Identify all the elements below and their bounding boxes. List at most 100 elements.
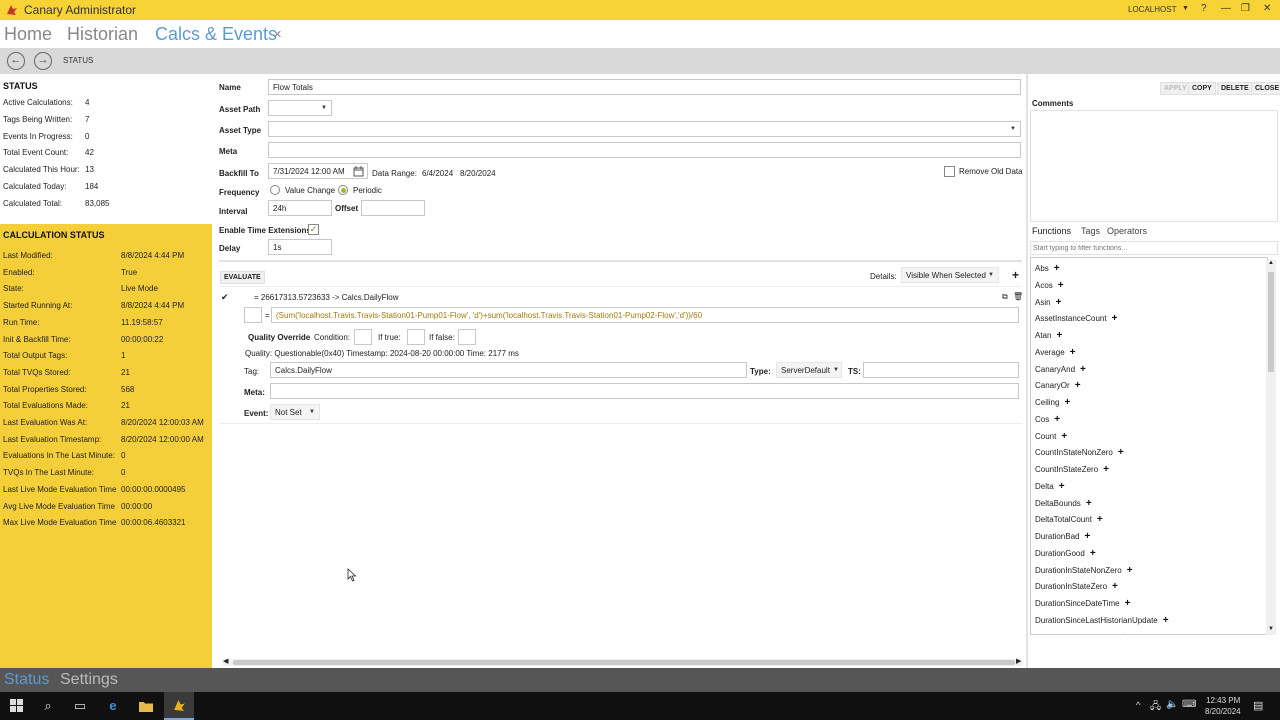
minimize-button[interactable]: — (1221, 3, 1231, 14)
add-function-icon[interactable]: + (1163, 615, 1169, 626)
function-item[interactable]: CanaryAnd + (1035, 364, 1086, 375)
search-icon[interactable]: ⌕ (39, 697, 57, 715)
file-explorer-icon[interactable] (137, 697, 155, 715)
keyboard-icon[interactable]: ⌨ (1182, 699, 1196, 710)
add-function-icon[interactable]: + (1059, 481, 1065, 492)
function-item[interactable]: DurationSinceLastHistorianUpdate + (1035, 615, 1169, 626)
close-button[interactable]: CLOSE (1251, 82, 1280, 95)
ts-input[interactable] (863, 362, 1019, 378)
calendar-icon[interactable] (353, 166, 364, 177)
type-select[interactable]: ServerDefault ▼ (776, 362, 842, 378)
function-item[interactable]: Acos + (1035, 280, 1064, 291)
add-function-icon[interactable]: + (1056, 297, 1062, 308)
add-function-icon[interactable]: + (1118, 447, 1124, 458)
add-function-icon[interactable]: + (1061, 431, 1067, 442)
function-item[interactable]: CountInStateZero + (1035, 464, 1109, 475)
add-function-icon[interactable]: + (1103, 464, 1109, 475)
condition-input[interactable] (354, 329, 372, 345)
server-dropdown-icon[interactable]: ▼ (1182, 5, 1189, 12)
add-function-icon[interactable]: + (1097, 514, 1103, 525)
canary-app-taskbar-button[interactable] (164, 692, 194, 720)
add-function-icon[interactable]: + (1125, 598, 1131, 609)
function-item[interactable]: DurationGood + (1035, 548, 1096, 559)
time-extensions-checkbox[interactable]: ✓ (308, 224, 319, 235)
clock-date[interactable]: 8/20/2024 (1205, 707, 1241, 716)
function-item[interactable]: Delta + (1035, 481, 1065, 492)
horizontal-scrollbar[interactable]: ◀ ▶ (223, 658, 1023, 666)
add-function-icon[interactable]: + (1127, 565, 1133, 576)
tab-tags[interactable]: Tags (1081, 226, 1100, 236)
forward-button[interactable]: → (34, 52, 52, 70)
tab-home[interactable]: Home (4, 24, 52, 45)
periodic-radio[interactable] (338, 185, 348, 195)
back-button[interactable]: ← (7, 52, 25, 70)
add-function-icon[interactable]: + (1054, 414, 1060, 425)
start-windows-icon[interactable] (7, 697, 25, 715)
asset-path-select[interactable]: ▼ (268, 100, 332, 116)
add-function-icon[interactable]: + (1058, 280, 1064, 291)
clock-time[interactable]: 12:43 PM (1206, 696, 1240, 705)
function-item[interactable]: CanaryOr + (1035, 380, 1081, 391)
function-item[interactable]: DurationBad + (1035, 531, 1090, 542)
restore-button[interactable]: ❐ (1241, 3, 1250, 14)
add-function-icon[interactable]: + (1086, 498, 1092, 509)
help-button[interactable]: ? (1201, 3, 1207, 14)
function-item[interactable]: CountInStateNonZero + (1035, 447, 1124, 458)
remove-old-data-checkbox[interactable] (944, 166, 955, 177)
function-item[interactable]: DurationSinceDateTime + (1035, 598, 1130, 609)
function-item[interactable]: Average + (1035, 347, 1076, 358)
tab-operators[interactable]: Operators (1107, 226, 1147, 236)
tab-historian[interactable]: Historian (67, 24, 138, 45)
add-function-icon[interactable]: + (1054, 263, 1060, 274)
meta-tag-input[interactable] (270, 383, 1019, 399)
scrollbar-thumb[interactable] (1268, 272, 1274, 372)
asset-type-select[interactable]: ▼ (268, 121, 1021, 137)
interval-input[interactable]: 24h (268, 200, 332, 216)
volume-icon[interactable]: 🔈 (1166, 699, 1178, 710)
function-item[interactable]: DeltaBounds + (1035, 498, 1092, 509)
add-function-icon[interactable]: + (1064, 397, 1070, 408)
tray-chevron-icon[interactable]: ^ (1136, 700, 1140, 710)
function-item[interactable]: DurationInStateNonZero + (1035, 565, 1133, 576)
close-window-button[interactable]: ✕ (1263, 3, 1271, 14)
evaluate-button[interactable]: EVALUATE (220, 271, 265, 284)
apply-button[interactable]: APPLY (1160, 82, 1191, 95)
scrollbar-thumb[interactable] (233, 660, 1015, 665)
tab-calcs-events[interactable]: Calcs & Events (155, 24, 277, 45)
add-function-icon[interactable]: + (1056, 330, 1062, 341)
function-item[interactable]: Asin + (1035, 297, 1061, 308)
network-icon[interactable]: 🖧 (1150, 699, 1161, 716)
add-function-icon[interactable]: + (1090, 548, 1096, 559)
if-false-input[interactable] (458, 329, 476, 345)
edge-browser-icon[interactable]: e (104, 697, 122, 715)
formula-input[interactable]: (Sum('localhost.Travis.Travis-Station01-… (271, 307, 1019, 323)
bottom-tab-status[interactable]: Status (4, 671, 49, 689)
details-select[interactable]: Visible When Selected ▼ (901, 267, 999, 283)
name-input[interactable]: Flow Totals (268, 79, 1021, 95)
offset-input[interactable] (361, 200, 425, 216)
value-change-radio[interactable] (270, 185, 280, 195)
function-item[interactable]: DurationInStateZero + (1035, 581, 1118, 592)
notifications-icon[interactable]: ▤ (1253, 699, 1263, 712)
add-function-icon[interactable]: + (1112, 313, 1118, 324)
function-item[interactable]: Ceiling + (1035, 397, 1070, 408)
if-true-input[interactable] (407, 329, 425, 345)
function-item[interactable]: Abs + (1035, 263, 1060, 274)
function-item[interactable]: AssetInstanceCount + (1035, 313, 1117, 324)
function-item[interactable]: Count + (1035, 431, 1067, 442)
function-filter-input[interactable] (1030, 241, 1278, 255)
tag-input[interactable]: Calcs.DailyFlow (270, 362, 747, 378)
comments-textarea[interactable] (1030, 110, 1278, 222)
add-function-icon[interactable]: + (1080, 364, 1086, 375)
tab-functions[interactable]: Functions (1032, 226, 1071, 236)
enable-toggle[interactable] (244, 307, 262, 323)
add-function-icon[interactable]: + (1070, 347, 1076, 358)
add-function-icon[interactable]: + (1112, 581, 1118, 592)
trash-icon[interactable]: 🗑 (1013, 292, 1023, 301)
event-select[interactable]: Not Set ▼ (270, 404, 320, 420)
delay-input[interactable]: 1s (268, 239, 332, 255)
server-selector[interactable]: LOCALHOST (1128, 5, 1176, 14)
function-item[interactable]: DurationSinceLastTVQ + (1035, 632, 1128, 635)
copy-icon[interactable]: ⧉ (1002, 292, 1008, 302)
close-tab-icon[interactable]: × (273, 26, 282, 43)
